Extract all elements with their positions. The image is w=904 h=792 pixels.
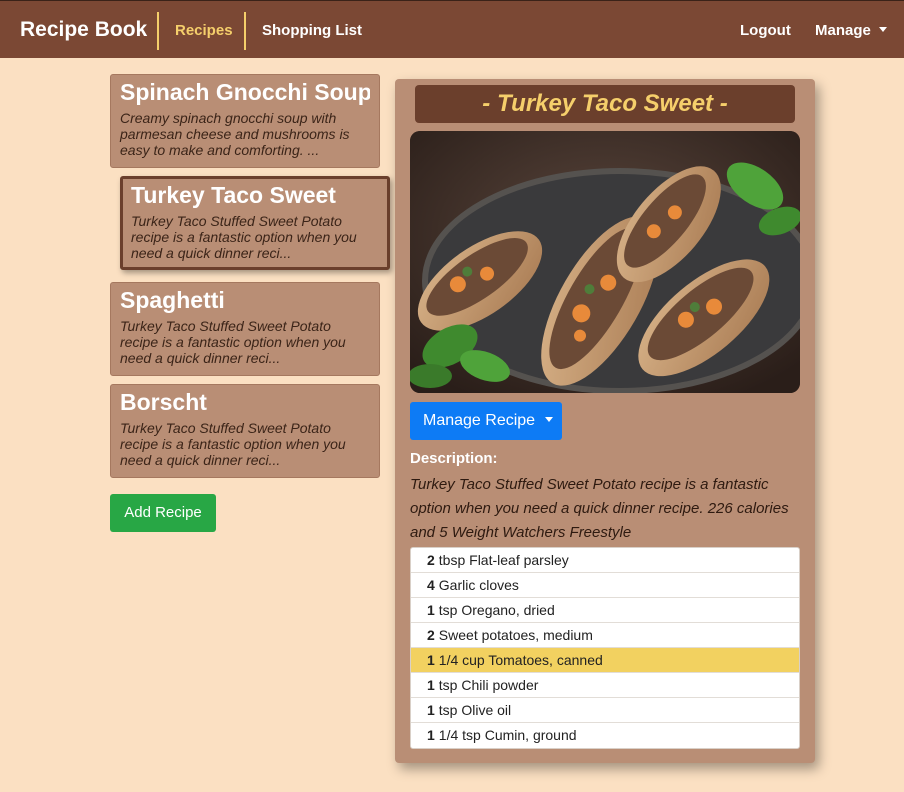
recipe-item-spinach-gnocchi-soup[interactable]: Spinach Gnocchi Soup Creamy spinach gnoc… [110,74,380,168]
manage-recipe-button[interactable]: Manage Recipe [410,402,562,440]
manage-label: Manage [815,22,871,39]
nav-shopping-list-link[interactable]: Shopping List [262,22,362,39]
recipe-item-title: Spinach Gnocchi Soup [120,79,370,105]
ingredient-name: Garlic cloves [438,577,519,593]
description-label: Description: [410,450,498,467]
recipe-item-title: Turkey Taco Sweet [131,182,336,208]
ingredient-name: tsp Chili powder [438,677,539,693]
ingredient-name: Sweet potatoes, medium [438,627,593,643]
ingredient-item[interactable]: 1 tsp Chili powder [411,673,799,698]
recipe-photo-illustration [410,131,800,393]
nav-recipes-link[interactable]: Recipes [175,22,233,39]
description-text: Turkey Taco Stuffed Sweet Potato recipe … [410,476,789,541]
ingredient-quantity: 1 [427,677,435,693]
navbar: Recipe Book Recipes Shopping List Logout… [0,0,904,58]
ingredient-name: tsp Olive oil [438,702,512,718]
ingredient-name: tbsp Flat-leaf parsley [438,552,569,568]
recipe-item-turkey-taco-sweet[interactable]: Turkey Taco Sweet Turkey Taco Stuffed Sw… [120,176,390,270]
recipe-item-title: Borscht [120,389,207,415]
recipe-detail-title: - Turkey Taco Sweet - [415,85,795,123]
ingredient-quantity: 1 [427,727,435,743]
caret-down-icon [545,417,554,422]
ingredient-quantity: 1 [427,602,435,618]
ingredient-item[interactable]: 1 tsp Olive oil [411,698,799,723]
logout-link[interactable]: Logout [740,22,791,39]
ingredient-quantity: 1 [427,652,435,668]
ingredient-quantity: 2 [427,552,435,568]
recipe-item-description: Turkey Taco Stuffed Sweet Potato recipe … [131,213,357,261]
ingredient-item[interactable]: 1 1/4 tsp Cumin, ground [411,723,799,748]
ingredient-item[interactable]: 1 1/4 cup Tomatoes, canned [411,648,799,673]
ingredient-name: 1/4 tsp Cumin, ground [438,727,577,743]
recipe-item-borscht[interactable]: Borscht Turkey Taco Stuffed Sweet Potato… [110,384,380,478]
ingredient-name: 1/4 cup Tomatoes, canned [438,652,603,668]
ingredient-list: 2 tbsp Flat-leaf parsley 4 Garlic cloves 1… [410,547,800,749]
recipe-item-description: Creamy spinach gnocchi soup with parmesa… [120,110,350,158]
recipe-item-description: Turkey Taco Stuffed Sweet Potato recipe … [120,420,346,468]
ingredient-name: tsp Oregano, dried [438,602,555,618]
manage-recipe-label: Manage Recipe [423,412,536,429]
ingredient-item[interactable]: 2 tbsp Flat-leaf parsley [411,548,799,573]
manage-dropdown[interactable]: Manage [815,22,887,39]
recipe-photo [410,131,800,393]
recipe-item-title: Spaghetti [120,287,225,313]
ingredient-item[interactable]: 4 Garlic cloves [411,573,799,598]
recipe-item-description: Turkey Taco Stuffed Sweet Potato recipe … [120,318,346,366]
recipe-item-spaghetti[interactable]: Spaghetti Turkey Taco Stuffed Sweet Pota… [110,282,380,376]
recipe-detail-panel: - Turkey Taco Sweet - Manage Recipe Desc… [395,79,815,763]
nav-divider [244,12,246,50]
ingredient-quantity: 1 [427,702,435,718]
ingredient-item[interactable]: 1 tsp Oregano, dried [411,598,799,623]
nav-divider [157,12,159,50]
ingredient-quantity: 2 [427,627,435,643]
add-recipe-button[interactable]: Add Recipe [110,494,216,532]
ingredient-item[interactable]: 2 Sweet potatoes, medium [411,623,799,648]
brand-logo[interactable]: Recipe Book [20,18,147,42]
caret-down-icon [878,27,887,32]
ingredient-quantity: 4 [427,577,435,593]
